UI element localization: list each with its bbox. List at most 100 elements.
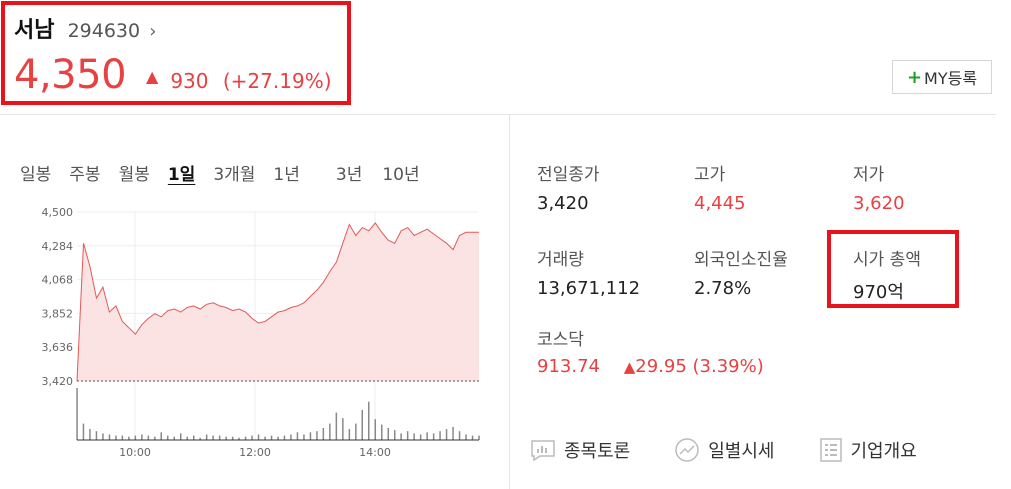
volume-bar xyxy=(82,423,85,440)
y-tick-label: 4,068 xyxy=(42,274,74,287)
volume-bar xyxy=(193,435,195,440)
volume-bar xyxy=(205,434,208,440)
volume-bar xyxy=(322,428,325,440)
volume-bar xyxy=(335,412,338,440)
bottom-links: 종목토론 일별시세 기업개요 xyxy=(530,437,961,463)
stat-label: 저가 xyxy=(853,165,885,185)
intraday-chart[interactable]: 4,500 4,284 4,068 3,852 3,636 3,420 10:00 12:00… xyxy=(10,198,485,468)
y-tick-label: 3,636 xyxy=(42,341,74,354)
volume-bar xyxy=(76,388,78,440)
volume-bar xyxy=(465,434,467,440)
volume-bar xyxy=(348,429,351,440)
volume-bar xyxy=(387,428,389,440)
volume-bar xyxy=(147,435,150,440)
y-tick-label: 4,284 xyxy=(42,240,74,253)
kosdaq-index: 913.74 xyxy=(537,356,600,377)
x-tick-label: 12:00 xyxy=(239,446,271,459)
tab-1year[interactable]: 1년 xyxy=(273,160,299,185)
volume-bar xyxy=(251,435,253,440)
current-price: 4,350 xyxy=(14,52,127,98)
stock-header[interactable]: 서남 294630 › xyxy=(14,12,156,44)
stat-low: 저가 3,620 xyxy=(853,160,905,214)
volume-bar xyxy=(290,434,292,440)
daily-price-link[interactable]: 일별시세 xyxy=(674,437,775,463)
tab-daily[interactable]: 일봉 xyxy=(20,160,51,185)
stat-label: 전일종가 xyxy=(537,165,600,185)
volume-bar xyxy=(102,433,104,440)
stat-label: 고가 xyxy=(694,165,726,185)
my-add-button[interactable]: + MY등록 xyxy=(892,60,992,94)
volume-bar xyxy=(361,409,363,440)
volume-bar xyxy=(89,429,91,440)
stat-value: 3,620 xyxy=(853,193,905,214)
volume-bar xyxy=(180,433,182,440)
discussion-link[interactable]: 종목토론 xyxy=(530,437,630,463)
tab-weekly[interactable]: 주봉 xyxy=(69,160,100,185)
stat-label: 거래량 xyxy=(537,250,584,270)
tab-3year[interactable]: 3년 xyxy=(336,160,362,185)
my-add-label: MY등록 xyxy=(924,69,978,88)
plus-icon: + xyxy=(906,66,923,88)
volume-bar xyxy=(134,435,137,440)
volume-bar xyxy=(121,435,124,440)
stat-market-cap: 시가 총액 970억 xyxy=(853,245,921,304)
stock-name[interactable]: 서남 xyxy=(14,18,54,43)
x-tick-label: 10:00 xyxy=(119,446,151,459)
volume-bar xyxy=(439,431,441,440)
volume-bar xyxy=(406,431,409,440)
stat-prev-close: 전일종가 3,420 xyxy=(537,160,600,214)
volume-bar xyxy=(316,431,318,440)
chevron-right-icon[interactable]: › xyxy=(149,21,156,42)
change-amount: 930 xyxy=(170,69,209,93)
column-divider xyxy=(509,115,510,489)
volume-bar xyxy=(432,433,435,440)
price-area xyxy=(77,223,479,381)
daily-price-label: 일별시세 xyxy=(708,441,775,462)
volume-bar xyxy=(329,423,331,440)
kosdaq-label: 코스닥 xyxy=(537,330,584,350)
change-percent: (+27.19%) xyxy=(222,69,332,93)
volume-bar xyxy=(167,435,169,440)
kosdaq-change-pct: (3.39%) xyxy=(692,356,764,377)
volume-bar xyxy=(309,432,312,440)
volume-bar xyxy=(283,435,286,440)
volume-bar xyxy=(95,431,98,440)
volume-bar xyxy=(400,433,402,440)
stat-value: 3,420 xyxy=(537,193,589,214)
stat-label: 외국인소진율 xyxy=(694,250,788,270)
tab-1day[interactable]: 1일 xyxy=(168,160,195,185)
discussion-icon xyxy=(531,440,555,462)
volume-bar xyxy=(368,401,370,440)
volume-bar xyxy=(413,433,415,440)
price-row: 4,350 ▲ 930 (+27.19%) xyxy=(14,52,332,98)
kosdaq-label-block: 코스닥 xyxy=(537,325,584,350)
company-info-label: 기업개요 xyxy=(850,441,917,462)
tab-monthly[interactable]: 월봉 xyxy=(119,160,150,185)
stat-value: 2.78% xyxy=(694,278,752,299)
company-info-link[interactable]: 기업개요 xyxy=(819,437,917,463)
price-change: 930 (+27.19%) xyxy=(170,69,331,93)
discussion-label: 종목토론 xyxy=(564,441,631,462)
stat-value: 970억 xyxy=(853,282,904,303)
y-tick-label: 4,500 xyxy=(42,206,74,219)
daily-price-icon xyxy=(675,438,699,462)
stock-code[interactable]: 294630 xyxy=(68,20,141,42)
volume-bar xyxy=(381,424,383,440)
header-divider xyxy=(0,114,996,115)
volume-bar xyxy=(355,423,357,440)
tab-3month[interactable]: 3개월 xyxy=(213,160,255,185)
company-info-icon xyxy=(819,438,842,462)
volume-bar xyxy=(257,434,260,440)
up-arrow-icon: ▲ xyxy=(146,67,159,86)
volume-bar xyxy=(115,435,117,440)
stat-high: 고가 4,445 xyxy=(694,160,746,214)
volume-bar xyxy=(270,435,273,440)
volume-bar xyxy=(452,426,454,440)
y-tick-label: 3,420 xyxy=(42,375,74,388)
volume-bar xyxy=(426,432,428,440)
kosdaq-value-row: 913.74 ▲29.95 (3.39%) xyxy=(537,356,764,377)
stock-widget: 서남 294630 › 4,350 ▲ 930 (+27.19%) + MY등록… xyxy=(0,0,1011,489)
tab-10year[interactable]: 10년 xyxy=(382,160,419,185)
volume-bar xyxy=(108,434,111,440)
x-tick-label: 14:00 xyxy=(359,446,391,459)
